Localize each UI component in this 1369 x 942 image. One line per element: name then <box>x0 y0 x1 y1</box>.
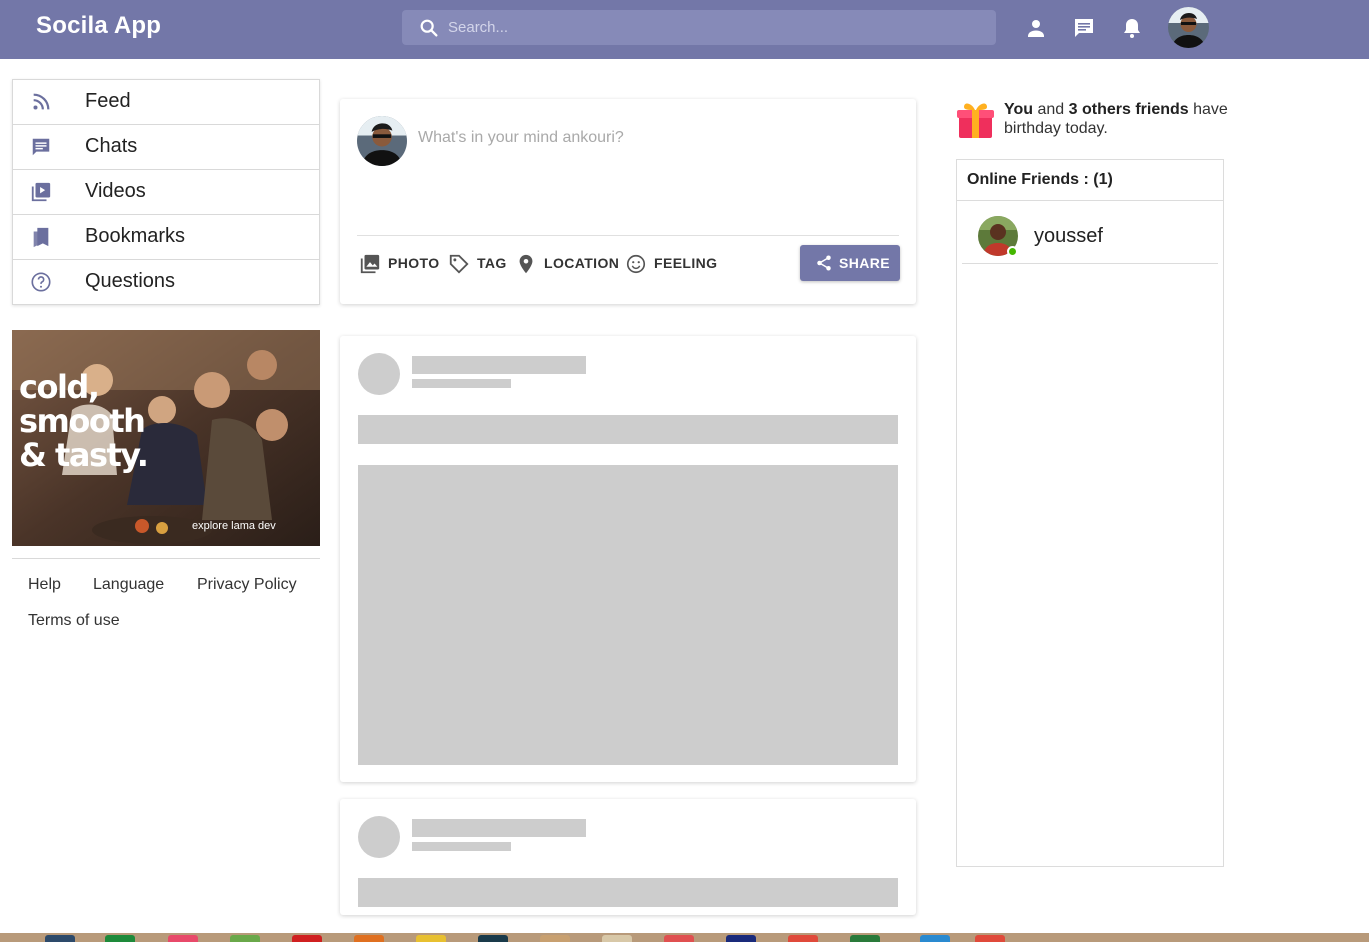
chat-icon[interactable] <box>1072 16 1096 40</box>
advertisement-image[interactable]: cold, smooth & tasty. explore lama dev <box>12 330 320 546</box>
sidebar-item-label: Feed <box>85 90 131 112</box>
location-option[interactable]: LOCATION <box>515 252 619 276</box>
sidebar-item-label: Chats <box>85 135 138 157</box>
divider <box>957 200 1223 201</box>
post-skeleton <box>340 336 916 782</box>
skeleton-line <box>412 379 511 388</box>
taskbar-app-icon[interactable] <box>45 935 75 942</box>
top-bar: Socila App <box>0 0 1369 59</box>
taskbar-app-icon[interactable] <box>105 935 135 942</box>
taskbar-app-icon[interactable] <box>292 935 322 942</box>
location-pin-icon <box>519 254 533 274</box>
birthday-text: You and 3 others friends have birthday t… <box>1004 101 1228 137</box>
feeling-option[interactable]: FEELING <box>625 252 720 276</box>
option-label: LOCATION <box>544 255 620 271</box>
tag-option[interactable]: TAG <box>448 252 508 276</box>
post-skeleton <box>340 799 916 915</box>
taskbar-app-icon[interactable] <box>540 935 570 942</box>
language-link[interactable]: Language <box>93 576 164 594</box>
label-icon <box>449 254 469 274</box>
photo-library-icon <box>360 254 380 274</box>
chat-icon <box>32 138 50 156</box>
skeleton-avatar <box>358 353 400 395</box>
divider <box>12 558 320 559</box>
online-status-indicator <box>1007 246 1018 257</box>
notifications-icon[interactable] <box>1120 16 1144 40</box>
taskbar-app-icon[interactable] <box>920 935 950 942</box>
skeleton-text <box>358 878 898 907</box>
video-library-icon <box>31 182 51 202</box>
taskbar-app-icon[interactable] <box>975 935 1005 942</box>
share-button[interactable]: SHARE <box>800 245 900 281</box>
online-friend-item[interactable]: youssef <box>962 206 1218 264</box>
sidebar-menu: Feed Chats Videos Bookmarks Questions <box>12 79 320 305</box>
search-bar[interactable] <box>402 10 996 45</box>
taskbar-app-icon[interactable] <box>478 935 508 942</box>
sidebar-item-chats[interactable]: Chats <box>13 125 319 170</box>
online-friends-title: Online Friends : (1) <box>967 171 1113 188</box>
profile-avatar[interactable] <box>1168 7 1209 48</box>
gift-icon <box>957 103 994 138</box>
divider <box>357 235 899 236</box>
taskbar-app-icon[interactable] <box>664 935 694 942</box>
sidebar-item-bookmarks[interactable]: Bookmarks <box>13 215 319 260</box>
app-logo[interactable]: Socila App <box>36 12 161 40</box>
share-icon <box>817 255 831 271</box>
share-button-label: SHARE <box>839 255 891 271</box>
sidebar-item-label: Videos <box>85 180 146 202</box>
post-input[interactable] <box>418 129 888 147</box>
emoji-smile-icon <box>626 254 646 274</box>
sidebar-item-label: Bookmarks <box>85 225 186 247</box>
taskbar-app-icon[interactable] <box>230 935 260 942</box>
friend-name: youssef <box>1034 225 1103 247</box>
privacy-policy-link[interactable]: Privacy Policy <box>197 576 297 594</box>
help-outline-icon <box>31 272 51 292</box>
sidebar-item-videos[interactable]: Videos <box>13 170 319 215</box>
skeleton-text <box>358 415 898 444</box>
photo-option[interactable]: PHOTO <box>359 252 439 276</box>
taskbar-app-icon[interactable] <box>788 935 818 942</box>
option-label: TAG <box>477 255 507 271</box>
ad-headline: cold, smooth & tasty. <box>19 368 149 474</box>
terms-of-use-link[interactable]: Terms of use <box>28 612 120 630</box>
option-label: FEELING <box>654 255 718 271</box>
skeleton-line <box>412 842 511 851</box>
skeleton-image <box>358 465 898 765</box>
option-label: PHOTO <box>388 255 440 271</box>
taskbar-app-icon[interactable] <box>416 935 446 942</box>
sidebar-item-questions[interactable]: Questions <box>13 260 319 305</box>
ad-caption: explore lama dev <box>192 520 276 532</box>
skeleton-avatar <box>358 816 400 858</box>
person-icon[interactable] <box>1024 16 1048 40</box>
taskbar-app-icon[interactable] <box>726 935 756 942</box>
search-icon <box>420 19 438 37</box>
skeleton-line <box>412 819 586 837</box>
online-friends-panel: Online Friends : (1) youssef <box>956 159 1224 867</box>
taskbar-app-icon[interactable] <box>354 935 384 942</box>
help-link[interactable]: Help <box>28 576 61 594</box>
user-avatar <box>357 116 407 166</box>
skeleton-line <box>412 356 586 374</box>
search-input[interactable] <box>448 10 978 45</box>
taskbar-app-icon[interactable] <box>168 935 198 942</box>
rss-feed-icon <box>33 93 50 110</box>
sidebar-item-label: Questions <box>85 270 176 292</box>
share-card: PHOTO TAG LOCATION FEELING SHARE <box>340 99 916 304</box>
taskbar-app-icon[interactable] <box>850 935 880 942</box>
sidebar-item-feed[interactable]: Feed <box>13 80 319 125</box>
bookmarks-icon <box>33 227 49 248</box>
taskbar-app-icon[interactable] <box>602 935 632 942</box>
